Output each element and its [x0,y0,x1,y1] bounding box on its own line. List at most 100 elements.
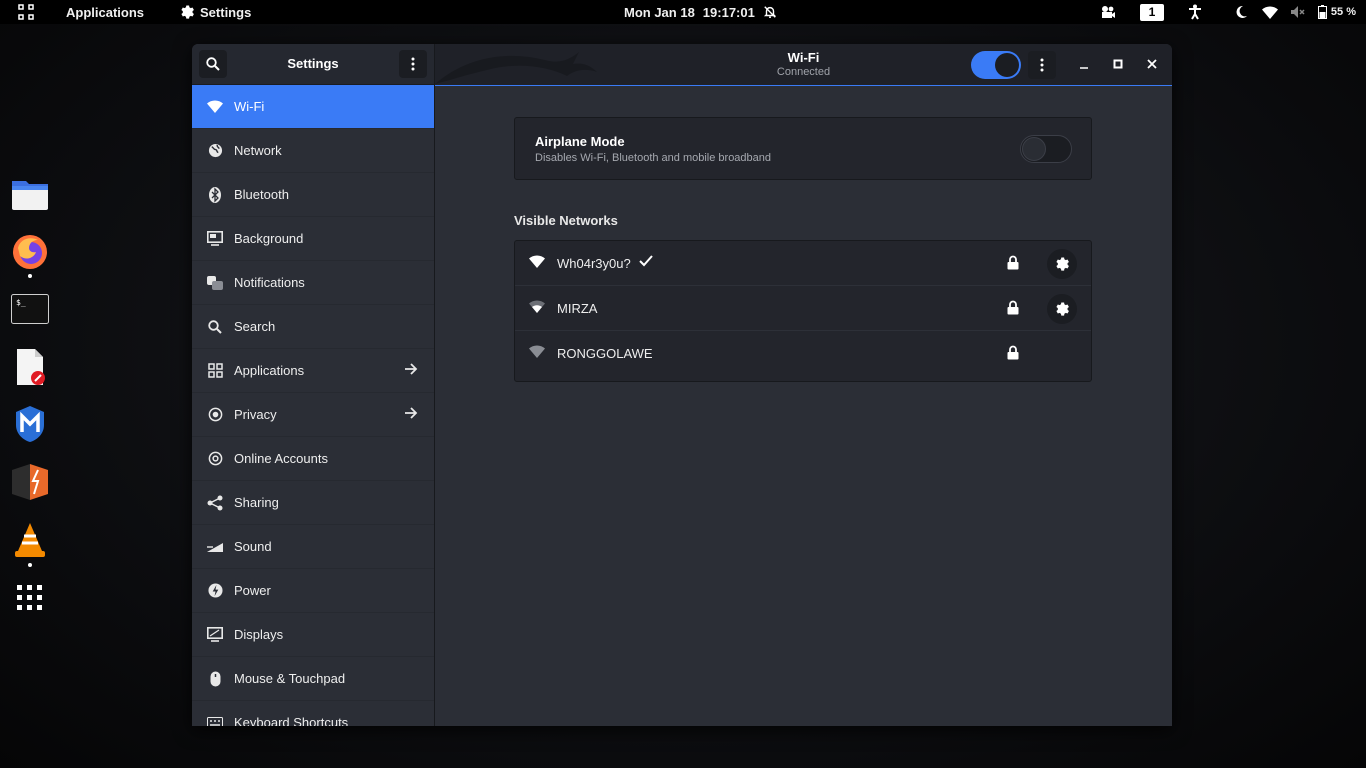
clock[interactable]: Mon Jan 18 19:17:01 [624,0,777,24]
vlc-running-indicator [28,563,32,567]
sidebar-item-label: Sound [234,539,272,554]
sidebar-item-keyboard-shortcuts[interactable]: Keyboard Shortcuts [192,701,434,726]
wifi-menu-button[interactable] [1028,51,1056,79]
maximize-button[interactable] [1108,54,1128,74]
sidebar-item-label: Wi-Fi [234,99,265,114]
sidebar-item-label: Mouse & Touchpad [234,671,346,686]
search-icon [206,318,224,336]
text-editor-icon[interactable] [10,347,50,387]
sidebar-item-sound[interactable]: Sound [192,525,434,569]
airplane-mode-row[interactable]: Airplane Mode Disables Wi-Fi, Bluetooth … [514,117,1092,180]
sidebar-item-label: Keyboard Shortcuts [234,715,349,726]
network-settings-button[interactable] [1047,294,1077,324]
burpsuite-icon[interactable] [10,462,50,502]
accessibility-icon[interactable] [1188,4,1202,20]
show-applications-icon[interactable] [10,578,50,618]
bell-icon [206,274,224,292]
network-settings-button[interactable] [1047,249,1077,279]
arrow-right-icon [405,363,418,375]
airplane-mode-toggle[interactable] [1020,135,1072,163]
arrow-right-icon [405,407,418,419]
svg-text:$_: $_ [16,298,26,307]
sidebar-item-background[interactable]: Background [192,217,434,261]
minimize-button[interactable] [1074,54,1094,74]
volume-muted-icon [1290,6,1305,18]
battery-percentage: 55 % [1330,6,1356,18]
lock-icon [1007,345,1019,360]
sidebar-item-privacy[interactable]: Privacy [192,393,434,437]
wifi-panel: Airplane Mode Disables Wi-Fi, Bluetooth … [435,87,1172,726]
sidebar-item-displays[interactable]: Displays [192,613,434,657]
clock-time: 19:17:01 [702,4,755,20]
sidebar-item-power[interactable]: Power [192,569,434,613]
settings-window: Settings Wi-Fi Connected Wi-Fi Network B… [192,44,1172,726]
network-row[interactable]: RONGGOLAWE [515,331,1091,376]
sidebar-item-sharing[interactable]: Sharing [192,481,434,525]
sidebar-item-label: Online Accounts [234,451,328,466]
night-light-icon [1236,5,1247,18]
gear-icon [1056,302,1069,316]
sidebar-item-notifications[interactable]: Notifications [192,261,434,305]
close-button[interactable] [1142,54,1162,74]
sidebar-item-label: Search [234,319,276,334]
power-icon [206,582,224,600]
sidebar-headerbar: Settings [192,44,434,85]
bluetooth-icon [206,186,224,204]
terminal-icon[interactable]: $_ [10,289,50,329]
kebab-menu-icon [411,57,415,71]
wifi-signal-medium-icon [529,300,545,313]
files-icon[interactable] [10,174,50,214]
privacy-icon [206,406,224,424]
sidebar-item-mouse-touchpad[interactable]: Mouse & Touchpad [192,657,434,701]
lock-icon [1007,255,1019,270]
app-menu-label: Settings [200,4,252,20]
page-subtitle: Connected [776,66,831,78]
vlc-icon[interactable] [10,520,50,560]
bell-off-icon [763,6,776,18]
airplane-toggle-knob [1022,137,1046,161]
sidebar-item-search[interactable]: Search [192,305,434,349]
network-row[interactable]: MIRZA [515,286,1091,331]
network-row[interactable]: Wh04r3y0u? [515,241,1091,286]
workspace-indicator[interactable]: 1 [1139,3,1164,21]
sound-icon [206,538,224,556]
wifi-signal-weak-icon [529,345,545,358]
wifi-icon [206,98,224,116]
sidebar-item-label: Notifications [234,275,305,290]
firefox-running-indicator [28,274,32,278]
apps-grid-icon [206,362,224,380]
visible-networks-heading: Visible Networks [514,213,618,228]
close-icon [1147,59,1157,69]
wifi-signal-full-icon [529,255,545,268]
sidebar-item-bluetooth[interactable]: Bluetooth [192,173,434,217]
sidebar-item-label: Sharing [234,495,279,510]
network-name: RONGGOLAWE [557,346,653,361]
sidebar-item-online-accounts[interactable]: Online Accounts [192,437,434,481]
monitor-icon [206,230,224,248]
applications-menu[interactable]: Applications [66,5,144,20]
sidebar-item-network[interactable]: Network [192,129,434,173]
firefox-icon[interactable] [10,232,50,272]
sidebar-item-applications[interactable]: Applications [192,349,434,393]
dock: $_ [0,0,60,768]
wifi-toggle[interactable] [971,51,1021,79]
airplane-mode-description: Disables Wi-Fi, Bluetooth and mobile bro… [535,152,772,164]
sidebar-item-label: Applications [234,363,305,378]
globe-icon [206,142,224,160]
display-icon [206,626,224,644]
system-tray[interactable]: 1 55 % [1100,0,1356,24]
sidebar-item-wifi[interactable]: Wi-Fi [192,85,434,129]
wifi-toggle-knob [995,53,1019,77]
keyboard-icon [206,714,224,726]
sidebar-item-label: Bluetooth [234,187,289,202]
top-panel: Applications Settings Mon Jan 18 19:17:0… [0,0,1366,24]
primary-menu-button[interactable] [399,50,427,78]
checkmark-icon [639,255,653,267]
networks-list: Wh04r3y0u? MIRZA RONGGOLAWE [514,240,1092,382]
minimize-icon [1080,67,1088,69]
app-menu-settings[interactable]: Settings [180,5,251,20]
metasploit-icon[interactable] [10,404,50,444]
battery-icon [1317,5,1327,19]
sidebar-title: Settings [287,56,339,71]
maximize-icon [1113,59,1123,69]
